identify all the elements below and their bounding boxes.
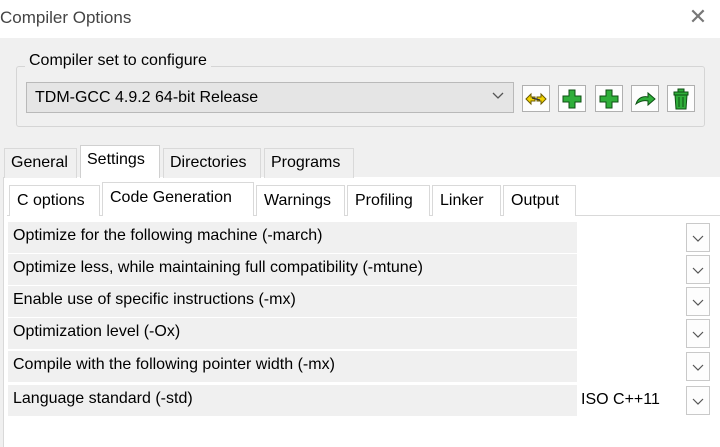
- tab-general[interactable]: General: [4, 148, 77, 178]
- option-label: Optimize for the following machine (-mar…: [13, 227, 323, 244]
- find-compilers-icon: [525, 92, 547, 105]
- title-bar: Compiler Options ✕: [0, 0, 720, 38]
- option-dropdown-button[interactable]: [686, 386, 710, 415]
- chevron-down-icon: [692, 398, 704, 405]
- delete-compiler-button[interactable]: [667, 85, 695, 112]
- rename-compiler-icon: [635, 91, 656, 106]
- tab-programs[interactable]: Programs: [264, 148, 354, 178]
- option-row-language-standard: Language standard (-std): [8, 385, 577, 416]
- option-dropdown-button[interactable]: [686, 352, 710, 381]
- option-dropdown-button[interactable]: [686, 255, 710, 284]
- option-label: Compile with the following pointer width…: [13, 356, 335, 373]
- option-row-pointer-width: Compile with the following pointer width…: [8, 351, 577, 382]
- option-label: Optimize less, while maintaining full co…: [13, 259, 423, 276]
- option-label: Enable use of specific instructions (-mx…: [13, 291, 296, 308]
- subtab-warnings[interactable]: Warnings: [256, 185, 345, 216]
- window-title: Compiler Options: [0, 8, 132, 27]
- close-icon[interactable]: ✕: [686, 6, 710, 30]
- option-label: Language standard (-std): [13, 390, 193, 407]
- option-dropdown-button[interactable]: [686, 223, 710, 252]
- add-blank-compiler-button[interactable]: [595, 85, 623, 112]
- option-label: Optimization level (-Ox): [13, 323, 181, 340]
- compiler-set-value: TDM-GCC 4.9.2 64-bit Release: [35, 89, 259, 106]
- subtab-output[interactable]: Output: [503, 185, 576, 216]
- tab-settings[interactable]: Settings: [80, 145, 160, 178]
- delete-compiler-icon: [673, 88, 689, 109]
- subtab-code-generation[interactable]: Code Generation: [102, 182, 254, 216]
- chevron-down-icon: [692, 331, 704, 338]
- option-value: ISO C++11: [581, 391, 660, 408]
- option-dropdown-button[interactable]: [686, 287, 710, 316]
- compiler-set-group-label: Compiler set to configure: [25, 52, 211, 70]
- option-row-optimization-level: Optimization level (-Ox): [8, 318, 577, 349]
- chevron-down-icon: [492, 92, 504, 99]
- option-row-march: Optimize for the following machine (-mar…: [8, 222, 577, 253]
- add-blank-compiler-icon: [599, 89, 619, 108]
- subtab-linker[interactable]: Linker: [432, 185, 501, 216]
- chevron-down-icon: [692, 267, 704, 274]
- add-compiler-button[interactable]: [558, 85, 586, 112]
- subtab-profiling[interactable]: Profiling: [347, 185, 430, 216]
- tab-directories[interactable]: Directories: [163, 148, 261, 178]
- subtab-c-options[interactable]: C options: [9, 185, 100, 216]
- option-row-mx-instructions: Enable use of specific instructions (-mx…: [8, 286, 577, 317]
- find-compilers-button[interactable]: [522, 85, 550, 112]
- rename-compiler-button[interactable]: [631, 85, 659, 112]
- chevron-down-icon: [692, 364, 704, 371]
- compiler-set-select[interactable]: TDM-GCC 4.9.2 64-bit Release: [26, 82, 514, 113]
- chevron-down-icon: [692, 235, 704, 242]
- add-compiler-icon: [562, 89, 582, 108]
- chevron-down-icon: [692, 299, 704, 306]
- option-dropdown-button[interactable]: [686, 319, 710, 348]
- option-row-mtune: Optimize less, while maintaining full co…: [8, 254, 577, 285]
